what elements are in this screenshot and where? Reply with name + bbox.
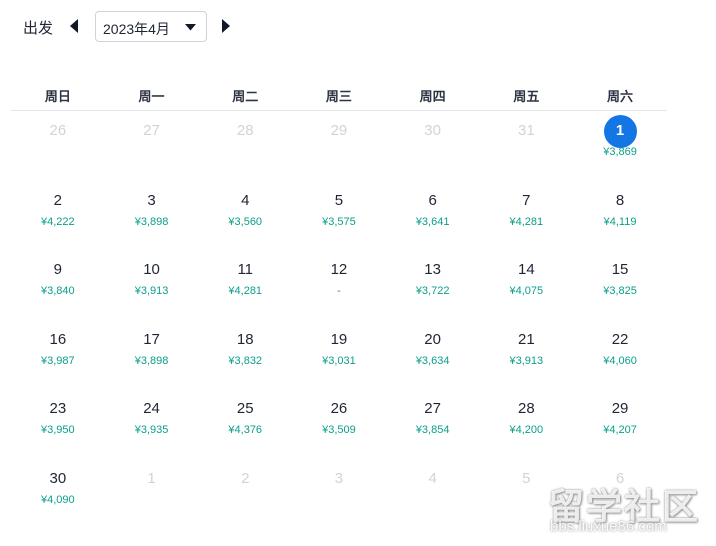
day-price: ¥4,090 xyxy=(41,493,75,506)
day-number: 2 xyxy=(53,191,63,209)
calendar-day[interactable]: 12- xyxy=(292,227,386,297)
day-number: 29 xyxy=(330,122,348,139)
calendar-day[interactable]: 9 ¥3,840 xyxy=(11,227,105,297)
calendar-day-disabled: 3 xyxy=(292,436,386,506)
next-month-button[interactable] xyxy=(220,18,236,36)
calendar-day[interactable]: 27 ¥3,854 xyxy=(386,366,480,436)
calendar-day[interactable]: 11 ¥4,281 xyxy=(198,227,292,297)
day-number: 28 xyxy=(236,122,254,139)
day-number: 28 xyxy=(518,400,535,417)
calendar-day-disabled: 28 xyxy=(198,88,292,158)
calendar-day[interactable]: 14 ¥4,075 xyxy=(480,227,574,297)
calendar-day[interactable]: 15 ¥3,825 xyxy=(573,227,667,297)
calendar-day-disabled: 30 xyxy=(386,88,480,158)
day-number: 22 xyxy=(611,330,629,348)
caret-down-icon xyxy=(185,24,196,31)
day-number: 1 xyxy=(615,122,625,139)
calendar-day[interactable]: 18 ¥3,832 xyxy=(198,297,292,367)
day-number: 25 xyxy=(236,400,254,417)
month-select[interactable]: 2023年4月 xyxy=(95,11,207,42)
depart-label: 出发 xyxy=(23,20,54,37)
calendar-day-disabled: 4 xyxy=(386,436,480,506)
calendar-day[interactable]: 7 ¥4,281 xyxy=(480,158,574,228)
calendar-day[interactable]: 8 ¥4,119 xyxy=(573,158,667,228)
calendar-day[interactable]: 30 ¥4,090 xyxy=(11,436,105,506)
calendar-day[interactable]: 17 ¥3,898 xyxy=(105,297,199,367)
day-number: 27 xyxy=(143,122,160,139)
calendar-day[interactable]: 21 ¥3,913 xyxy=(480,297,574,367)
day-number: 11 xyxy=(237,261,254,278)
calendar-day[interactable]: 29 ¥4,207 xyxy=(573,366,667,436)
day-number: 26 xyxy=(49,122,67,139)
day-number: 20 xyxy=(424,330,441,348)
calendar-day[interactable]: 26 ¥3,509 xyxy=(292,366,386,436)
calendar-day[interactable]: 6 ¥3,641 xyxy=(386,158,480,228)
day-number: 2 xyxy=(241,469,250,487)
month-select-value: 2023年4月 xyxy=(103,21,170,37)
day-number: 12 xyxy=(330,261,348,278)
calendar-day[interactable]: 24 ¥3,935 xyxy=(105,366,199,436)
calendar-day-disabled: 27 xyxy=(105,88,199,158)
day-number: 8 xyxy=(615,191,625,209)
day-number: 4 xyxy=(241,191,250,209)
day-number: 27 xyxy=(424,400,441,417)
calendar-day[interactable]: 28 ¥4,200 xyxy=(480,366,574,436)
calendar-day[interactable]: 22 ¥4,060 xyxy=(573,297,667,367)
calendar-day[interactable]: 23 ¥3,950 xyxy=(11,366,105,436)
calendar-day[interactable]: 2 ¥4,222 xyxy=(11,158,105,228)
calendar-day-disabled: 2 xyxy=(198,436,292,506)
calendar-day[interactable]: 16 ¥3,987 xyxy=(11,297,105,367)
calendar-day-disabled: 1 xyxy=(105,436,199,506)
caret-left-icon xyxy=(70,19,78,33)
day-number: 31 xyxy=(518,122,535,139)
day-number: 16 xyxy=(49,330,67,348)
day-number: 10 xyxy=(143,261,160,278)
day-number: 24 xyxy=(143,400,160,417)
day-number: 13 xyxy=(424,261,441,278)
calendar-day-disabled: 31 xyxy=(480,88,574,158)
calendar-day[interactable]: 13 ¥3,722 xyxy=(386,227,480,297)
day-number: 5 xyxy=(334,191,344,209)
calendar-day[interactable]: 20 ¥3,634 xyxy=(386,297,480,367)
day-number: 6 xyxy=(428,191,437,209)
calendar-day[interactable]: 4 ¥3,560 xyxy=(198,158,292,228)
calendar-day[interactable]: 25 ¥4,376 xyxy=(198,366,292,436)
day-number: 21 xyxy=(518,330,535,348)
day-number: 3 xyxy=(147,191,156,209)
calendar-day[interactable]: 19 ¥3,031 xyxy=(292,297,386,367)
day-number: 3 xyxy=(334,469,344,487)
day-number: 26 xyxy=(330,400,348,417)
day-number: 23 xyxy=(49,400,67,417)
day-number: 29 xyxy=(611,400,629,417)
day-number: 7 xyxy=(522,191,531,209)
day-number: 1 xyxy=(147,469,156,487)
day-number: 14 xyxy=(518,261,535,278)
watermark-logo: 留学社区 bbs.liuxue86.com xyxy=(548,478,708,540)
day-number: 17 xyxy=(143,330,160,348)
day-number: 30 xyxy=(424,122,441,139)
day-number: 4 xyxy=(428,469,437,487)
calendar-day-disabled: 26 xyxy=(11,88,105,158)
day-number: 18 xyxy=(236,330,254,348)
calendar-toolbar: 出发 2023年4月 xyxy=(0,0,716,56)
day-number: 15 xyxy=(611,261,629,278)
calendar-day-selected[interactable]: 1 ¥3,869 xyxy=(573,88,667,158)
calendar-day[interactable]: 10 ¥3,913 xyxy=(105,227,199,297)
day-number: 9 xyxy=(53,261,63,278)
calendar-day[interactable]: 5 ¥3,575 xyxy=(292,158,386,228)
prev-month-button[interactable] xyxy=(68,18,84,36)
day-number: 30 xyxy=(49,469,67,487)
day-number: 19 xyxy=(330,330,348,348)
calendar-day[interactable]: 3 ¥3,898 xyxy=(105,158,199,228)
calendar-day-disabled: 29 xyxy=(292,88,386,158)
watermark-url: bbs.liuxue86.com xyxy=(550,518,667,535)
caret-right-icon xyxy=(222,19,230,33)
